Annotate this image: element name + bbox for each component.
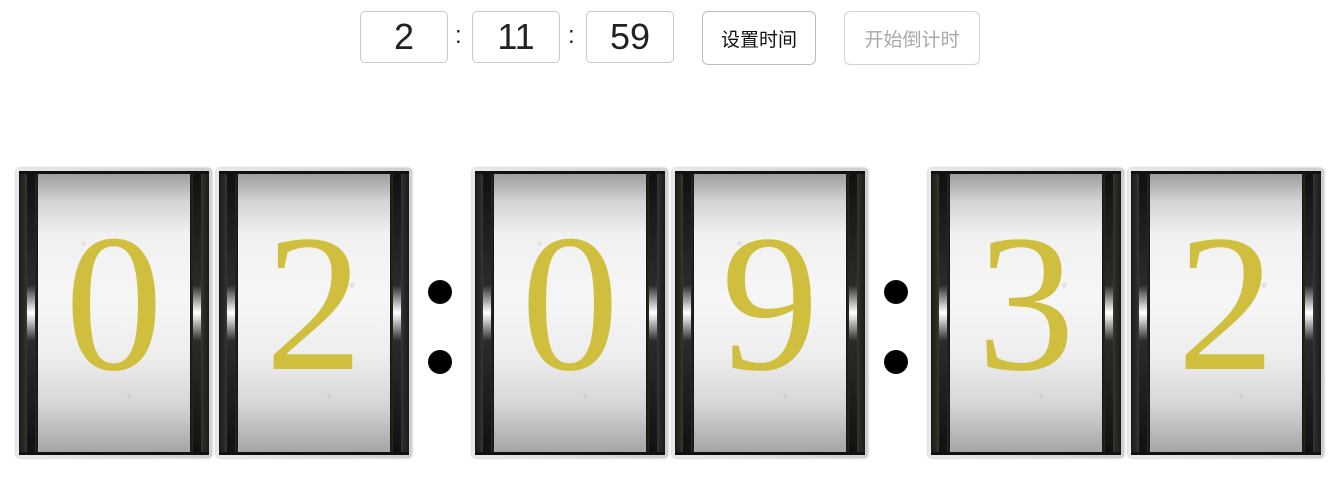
- hours-tens-digit-card: 0: [16, 168, 212, 458]
- seconds-ones-digit-card: 2: [1128, 168, 1324, 458]
- seconds-tens-digit-card: 3: [928, 168, 1124, 458]
- hours-ones-digit-card: 2: [216, 168, 412, 458]
- colon-dot: [884, 280, 908, 304]
- hours-ones-digit: 2: [265, 195, 363, 412]
- time-controls: : : 设置时间 开始倒计时: [0, 0, 1344, 80]
- colon-dot: [428, 280, 452, 304]
- colon-dot: [884, 350, 908, 374]
- hours-input[interactable]: [360, 11, 448, 63]
- colon-dot: [428, 350, 452, 374]
- minutes-ones-digit: 9: [721, 195, 819, 412]
- minutes-seconds-colon: [876, 168, 916, 458]
- hours-minutes-colon: [420, 168, 460, 458]
- minutes-tens-digit-card: 0: [472, 168, 668, 458]
- seconds-ones-digit: 2: [1177, 195, 1275, 412]
- hours-tens-digit: 0: [65, 195, 163, 412]
- minutes-tens-digit: 0: [521, 195, 619, 412]
- start-countdown-button[interactable]: 开始倒计时: [844, 11, 980, 65]
- minutes-ones-digit-card: 9: [672, 168, 868, 458]
- hours-minutes-separator: :: [455, 22, 462, 49]
- countdown-display: 0 2 0 9 3 2: [0, 168, 1344, 460]
- set-time-button[interactable]: 设置时间: [702, 11, 816, 65]
- seconds-input[interactable]: [586, 11, 674, 63]
- minutes-input[interactable]: [472, 11, 560, 63]
- minutes-seconds-separator: :: [568, 22, 575, 49]
- seconds-tens-digit: 3: [977, 195, 1075, 412]
